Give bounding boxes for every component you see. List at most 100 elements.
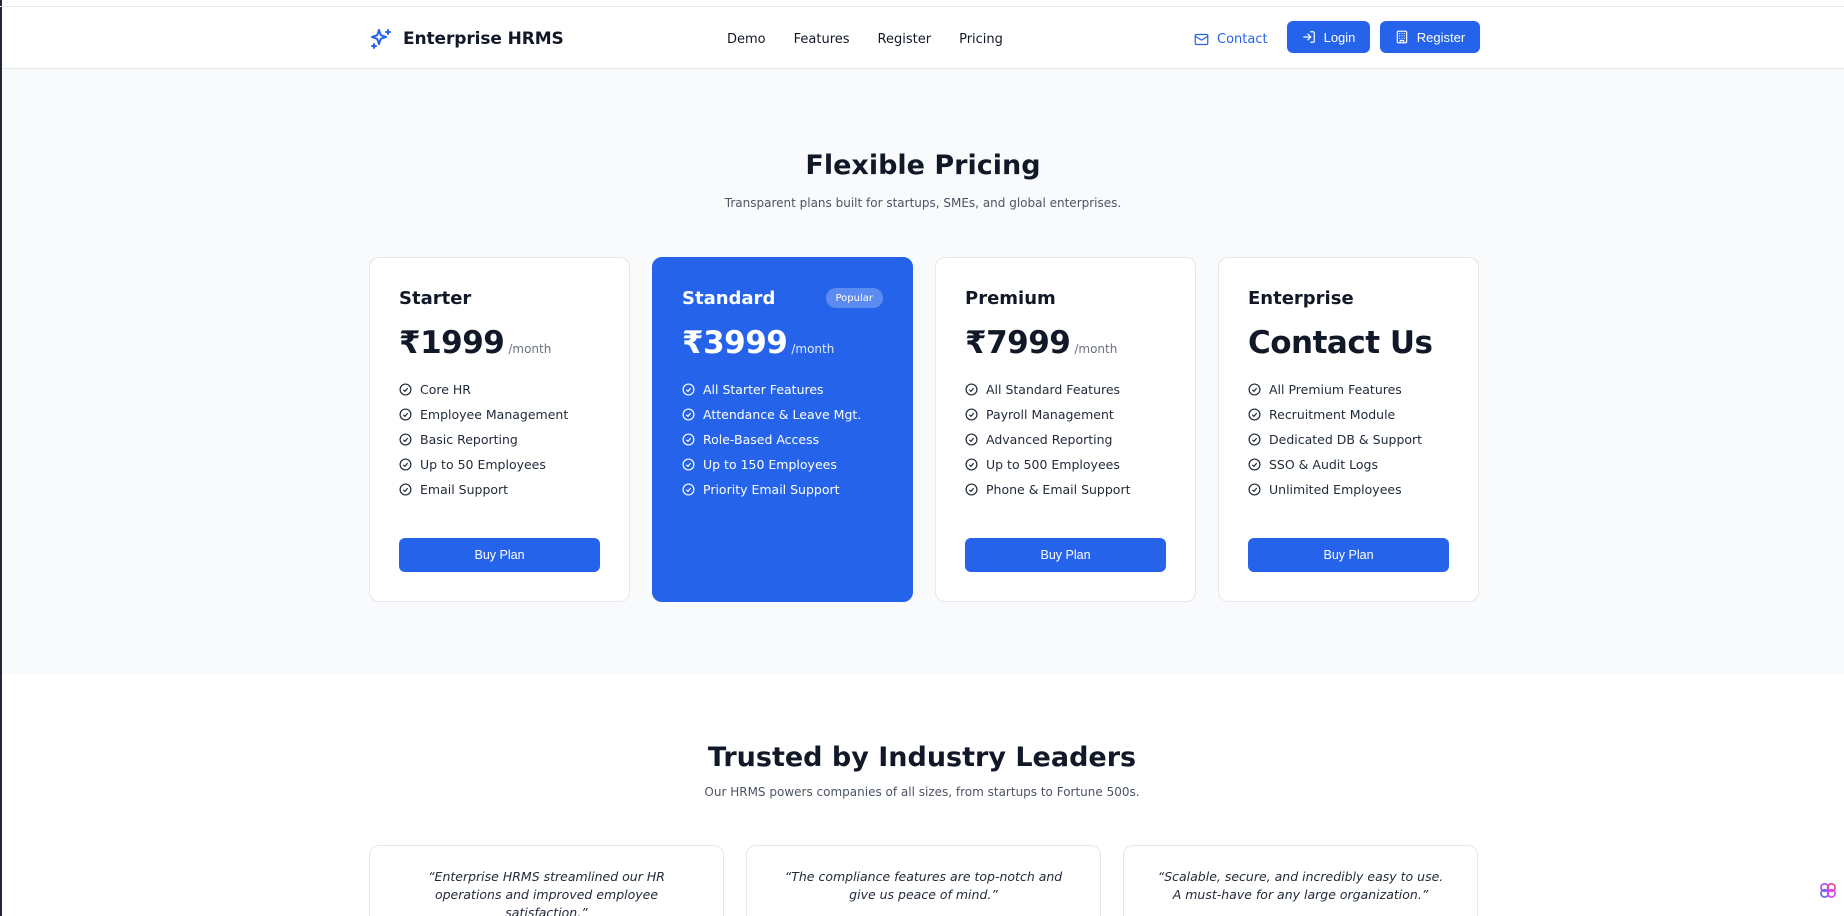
feature-item: Dedicated DB & Support	[1248, 427, 1449, 452]
check-circle-icon	[399, 408, 412, 421]
feature-text: Up to 50 Employees	[420, 457, 546, 472]
feature-text: Recruitment Module	[1269, 407, 1396, 422]
plan-card-standard: Standard Popular ₹3999 /month All Starte…	[652, 257, 913, 602]
feature-item: All Premium Features	[1248, 377, 1449, 402]
check-circle-icon	[965, 433, 978, 446]
feature-text: Role-Based Access	[703, 432, 820, 447]
brand-name: Enterprise HRMS	[403, 29, 564, 49]
feature-text: Payroll Management	[986, 407, 1114, 422]
feature-item: Payroll Management	[965, 402, 1166, 427]
buy-plan-button-enterprise[interactable]: Buy Plan	[1248, 538, 1449, 572]
price-row: Contact Us	[1248, 325, 1449, 365]
feature-text: Core HR	[420, 382, 471, 397]
feature-text: Email Support	[420, 482, 509, 497]
plan-price: ₹1999	[399, 325, 505, 361]
testimonial-quote: “The compliance features are top-notch a…	[784, 869, 1063, 902]
plan-features: All Starter Features Attendance & Leave …	[682, 377, 883, 502]
price-row: ₹1999 /month	[399, 325, 600, 365]
feature-text: Up to 150 Employees	[703, 457, 837, 472]
feature-item: Email Support	[399, 477, 600, 502]
check-circle-icon	[399, 383, 412, 396]
feature-text: Unlimited Employees	[1269, 482, 1402, 497]
testimonial-card: “Enterprise HRMS streamlined our HR oper…	[369, 845, 724, 916]
feature-item: Attendance & Leave Mgt.	[682, 402, 883, 427]
mail-icon	[1194, 33, 1209, 45]
check-circle-icon	[682, 483, 695, 496]
feature-text: All Premium Features	[1269, 382, 1402, 397]
login-label: Login	[1323, 29, 1356, 45]
register-button[interactable]: Register	[1380, 21, 1480, 53]
check-circle-icon	[682, 458, 695, 471]
feature-item: Up to 50 Employees	[399, 452, 600, 477]
feature-item: Advanced Reporting	[965, 427, 1166, 452]
feature-text: Employee Management	[420, 407, 569, 422]
buy-plan-button-premium[interactable]: Buy Plan	[965, 538, 1166, 572]
feature-text: Priority Email Support	[703, 482, 840, 497]
price-row: ₹7999 /month	[965, 325, 1166, 365]
feature-text: Attendance & Leave Mgt.	[703, 407, 862, 422]
plan-features: Core HR Employee Management Basic Report…	[399, 377, 600, 502]
feature-item: Priority Email Support	[682, 477, 883, 502]
check-circle-icon	[399, 483, 412, 496]
testimonial-quote: “Scalable, secure, and incredibly easy t…	[1157, 869, 1444, 902]
plan-name: Premium	[965, 288, 1056, 309]
plan-price: ₹3999	[682, 325, 788, 361]
building-icon	[1396, 30, 1408, 44]
feature-item: Up to 500 Employees	[965, 452, 1166, 477]
feature-text: All Standard Features	[986, 382, 1121, 397]
feature-item: Basic Reporting	[399, 427, 600, 452]
feature-text: All Starter Features	[703, 382, 824, 397]
testimonials-subtitle: Our HRMS powers companies of all sizes, …	[704, 785, 1140, 799]
feature-item: Role-Based Access	[682, 427, 883, 452]
plan-period: /month	[791, 342, 835, 356]
plan-features: All Premium Features Recruitment Module …	[1248, 377, 1449, 502]
login-button[interactable]: Login	[1287, 21, 1370, 53]
feature-text: Basic Reporting	[420, 432, 518, 447]
contact-label: Contact	[1217, 31, 1268, 47]
contact-link[interactable]: Contact	[1194, 29, 1268, 49]
login-icon	[1302, 31, 1315, 43]
nav-link-demo[interactable]: Demo	[727, 32, 766, 47]
feature-item: Employee Management	[399, 402, 600, 427]
sparkles-icon	[371, 29, 391, 49]
feature-text: Dedicated DB & Support	[1269, 432, 1423, 447]
check-circle-icon	[399, 458, 412, 471]
testimonial-quote: “Enterprise HRMS streamlined our HR oper…	[428, 869, 665, 916]
check-circle-icon	[965, 383, 978, 396]
buy-plan-button-starter[interactable]: Buy Plan	[399, 538, 600, 572]
check-circle-icon	[1248, 433, 1261, 446]
plan-card-enterprise: Enterprise Contact Us All Premium Featur…	[1218, 257, 1479, 602]
check-circle-icon	[1248, 483, 1261, 496]
nav-link-pricing[interactable]: Pricing	[959, 32, 1003, 47]
check-circle-icon	[965, 483, 978, 496]
check-circle-icon	[1248, 383, 1261, 396]
pricing-subtitle: Transparent plans built for startups, SM…	[724, 196, 1122, 210]
testimonial-cards: “Enterprise HRMS streamlined our HR oper…	[369, 845, 1479, 916]
nav-link-features[interactable]: Features	[794, 32, 850, 47]
brain-icon[interactable]	[1818, 880, 1838, 900]
main-nav: Demo Features Register Pricing	[727, 27, 1003, 51]
testimonials-title: Trusted by Industry Leaders	[707, 742, 1137, 773]
check-circle-icon	[1248, 458, 1261, 471]
feature-text: Advanced Reporting	[986, 432, 1113, 447]
plan-price: ₹7999	[965, 325, 1071, 361]
feature-item: Phone & Email Support	[965, 477, 1166, 502]
price-row: ₹3999 /month	[682, 325, 883, 365]
check-circle-icon	[965, 408, 978, 421]
brand[interactable]: Enterprise HRMS	[369, 26, 564, 52]
plan-period: /month	[1074, 342, 1118, 356]
nav-link-register[interactable]: Register	[878, 32, 932, 47]
check-circle-icon	[682, 433, 695, 446]
window-top-edge	[0, 6, 1844, 7]
pricing-title: Flexible Pricing	[805, 150, 1041, 181]
plan-card-starter: Starter ₹1999 /month Core HR Employee Ma…	[369, 257, 630, 602]
feature-item: All Standard Features	[965, 377, 1166, 402]
plan-card-premium: Premium ₹7999 /month All Standard Featur…	[935, 257, 1196, 602]
feature-item: SSO & Audit Logs	[1248, 452, 1449, 477]
top-navbar: Enterprise HRMS Demo Features Register P…	[2, 7, 1844, 69]
feature-text: Up to 500 Employees	[986, 457, 1120, 472]
testimonial-card: “Scalable, secure, and incredibly easy t…	[1123, 845, 1478, 916]
feature-text: SSO & Audit Logs	[1269, 457, 1378, 472]
check-circle-icon	[682, 383, 695, 396]
feature-item: All Starter Features	[682, 377, 883, 402]
